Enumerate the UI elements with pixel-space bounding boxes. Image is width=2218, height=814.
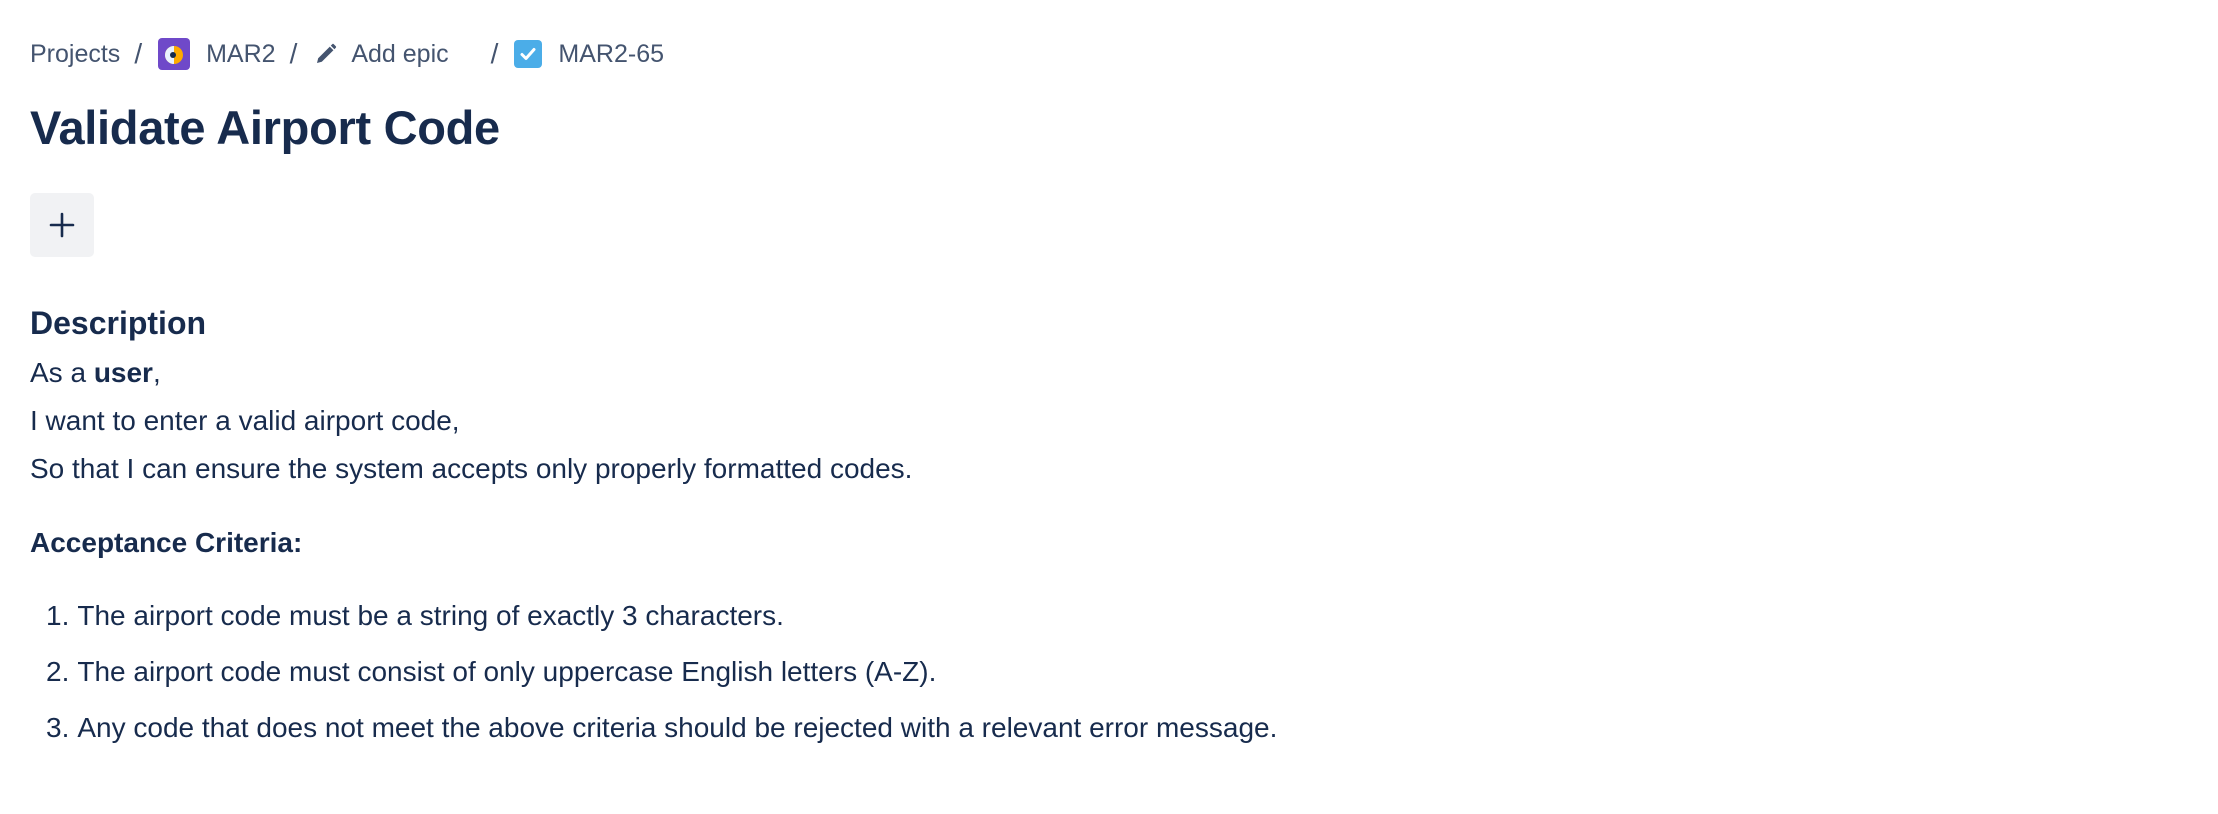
breadcrumb-issue-key: MAR2-65 [558, 39, 665, 68]
criteria-list-item: 1. The airport code must be a string of e… [46, 600, 784, 632]
description-line-2: I want to enter a valid airport code, [30, 405, 460, 436]
plus-icon [49, 212, 75, 238]
description-heading: Description [30, 305, 207, 341]
add-button[interactable] [30, 193, 94, 257]
project-avatar-icon [158, 38, 191, 70]
breadcrumb-projects-link[interactable]: Projects [30, 40, 120, 69]
breadcrumb: Projects / MAR2 / Add epic / MAR2-65 [30, 32, 664, 76]
description-bold-text: user [93, 357, 153, 388]
criteria-text: The airport code must consist of only up… [77, 656, 937, 687]
breadcrumb-separator: / [134, 38, 143, 69]
add-epic-label: Add epic [351, 39, 449, 68]
breadcrumb-separator: / [289, 38, 298, 69]
description-line-3: So that I can ensure the system accepts … [30, 453, 913, 484]
criteria-text: The airport code must be a string of exa… [77, 600, 784, 631]
list-number: 2. [46, 656, 70, 687]
issue-page: Projects / MAR2 / Add epic / MAR2-65 Val… [0, 0, 2218, 814]
criteria-list-item: 2. The airport code must consist of only … [46, 656, 936, 688]
issue-title[interactable]: Validate Airport Code [30, 100, 500, 155]
criteria-text: Any code that does not meet the above cr… [77, 712, 1278, 743]
add-epic-button[interactable]: Add epic [313, 39, 449, 69]
description-text: , [152, 357, 161, 388]
breadcrumb-issue-link[interactable]: MAR2-65 [514, 40, 664, 69]
description-text: As a [30, 357, 94, 388]
breadcrumb-project-key: MAR2 [206, 39, 276, 68]
pencil-icon [313, 41, 339, 67]
breadcrumb-project-link[interactable]: MAR2 [158, 38, 276, 70]
list-number: 1. [46, 600, 70, 631]
breadcrumb-separator: / [490, 38, 499, 69]
description-line-1: As a user, [30, 357, 161, 389]
list-number: 3. [46, 712, 70, 743]
acceptance-criteria-heading: Acceptance Criteria: [30, 527, 303, 558]
task-checkbox-icon [514, 40, 543, 68]
criteria-list-item: 3. Any code that does not meet the above … [46, 712, 1277, 744]
